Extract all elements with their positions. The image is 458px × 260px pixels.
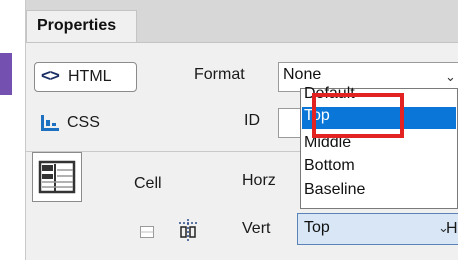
properties-panel: Properties <> HTML CSS Format None ⌄ ID [25, 0, 458, 260]
html-mode-button[interactable]: <> HTML [34, 62, 137, 92]
id-label: ID [244, 112, 260, 129]
split-cell-icon[interactable] [178, 219, 198, 246]
tab-properties[interactable]: Properties [26, 10, 137, 42]
vert-select-value: Top [304, 219, 330, 236]
side-panel-tab[interactable] [0, 53, 12, 95]
horz-label: Horz [242, 172, 276, 189]
vert-label: Vert [242, 220, 271, 237]
css-mode-button[interactable]: CSS [34, 108, 137, 138]
code-brackets-icon: <> [41, 66, 60, 85]
panel-header: Properties [26, 0, 458, 43]
tab-properties-label: Properties [37, 17, 117, 34]
vert-select[interactable]: Top ⌄ [297, 213, 458, 245]
cell-label: Cell [134, 175, 162, 192]
dropdown-option-bottom[interactable]: Bottom [302, 157, 456, 179]
format-select-value: None [283, 66, 322, 83]
annotation-highlight-box [312, 93, 404, 138]
merge-cells-icon[interactable] [140, 225, 154, 243]
cell-properties-icon [32, 152, 82, 202]
html-mode-label: HTML [68, 68, 112, 85]
chevron-down-icon: ⌄ [445, 69, 456, 84]
css-mode-label: CSS [67, 114, 100, 131]
height-label: H [446, 220, 458, 237]
dropdown-option-baseline[interactable]: Baseline [302, 181, 456, 203]
css-layout-icon [41, 115, 59, 136]
format-label: Format [194, 66, 245, 83]
